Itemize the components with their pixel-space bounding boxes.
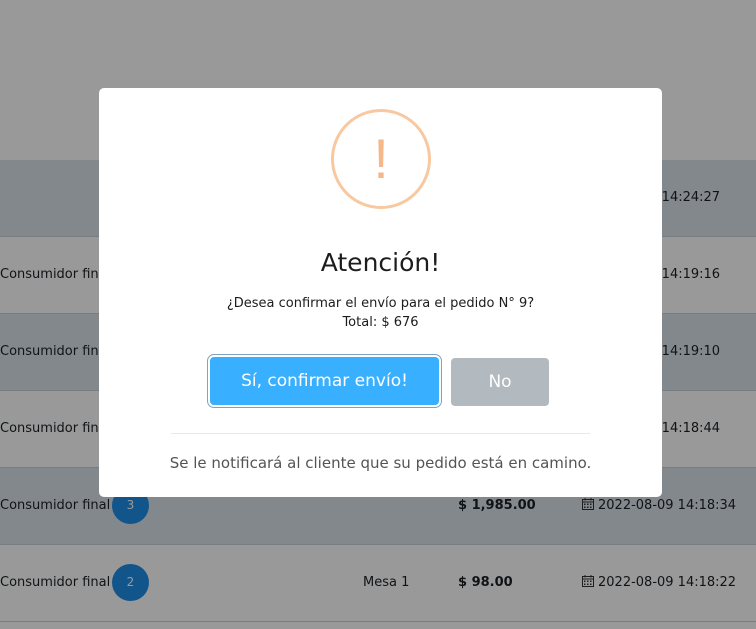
dialog-message: ¿Desea confirmar el envío para el pedido…: [99, 294, 662, 332]
dialog-message-line1: ¿Desea confirmar el envío para el pedido…: [226, 296, 535, 311]
dialog-title: Atención!: [320, 248, 441, 277]
dialog-message-line2: Total: $ 676: [342, 315, 419, 330]
dialog-divider: [171, 433, 590, 434]
confirm-shipment-button[interactable]: Sí, confirmar envío!: [210, 357, 439, 405]
cancel-button[interactable]: No: [451, 358, 549, 406]
warning-exclamation-icon: !: [331, 109, 431, 209]
warning-glyph: !: [373, 127, 389, 190]
confirm-dialog: ! Atención! ¿Desea confirmar el envío pa…: [99, 88, 662, 497]
dialog-footer-note: Se le notificará al cliente que su pedid…: [169, 454, 592, 472]
orders-page: 2022-08-09 14:24:27 Consumidor final 202…: [0, 0, 756, 629]
